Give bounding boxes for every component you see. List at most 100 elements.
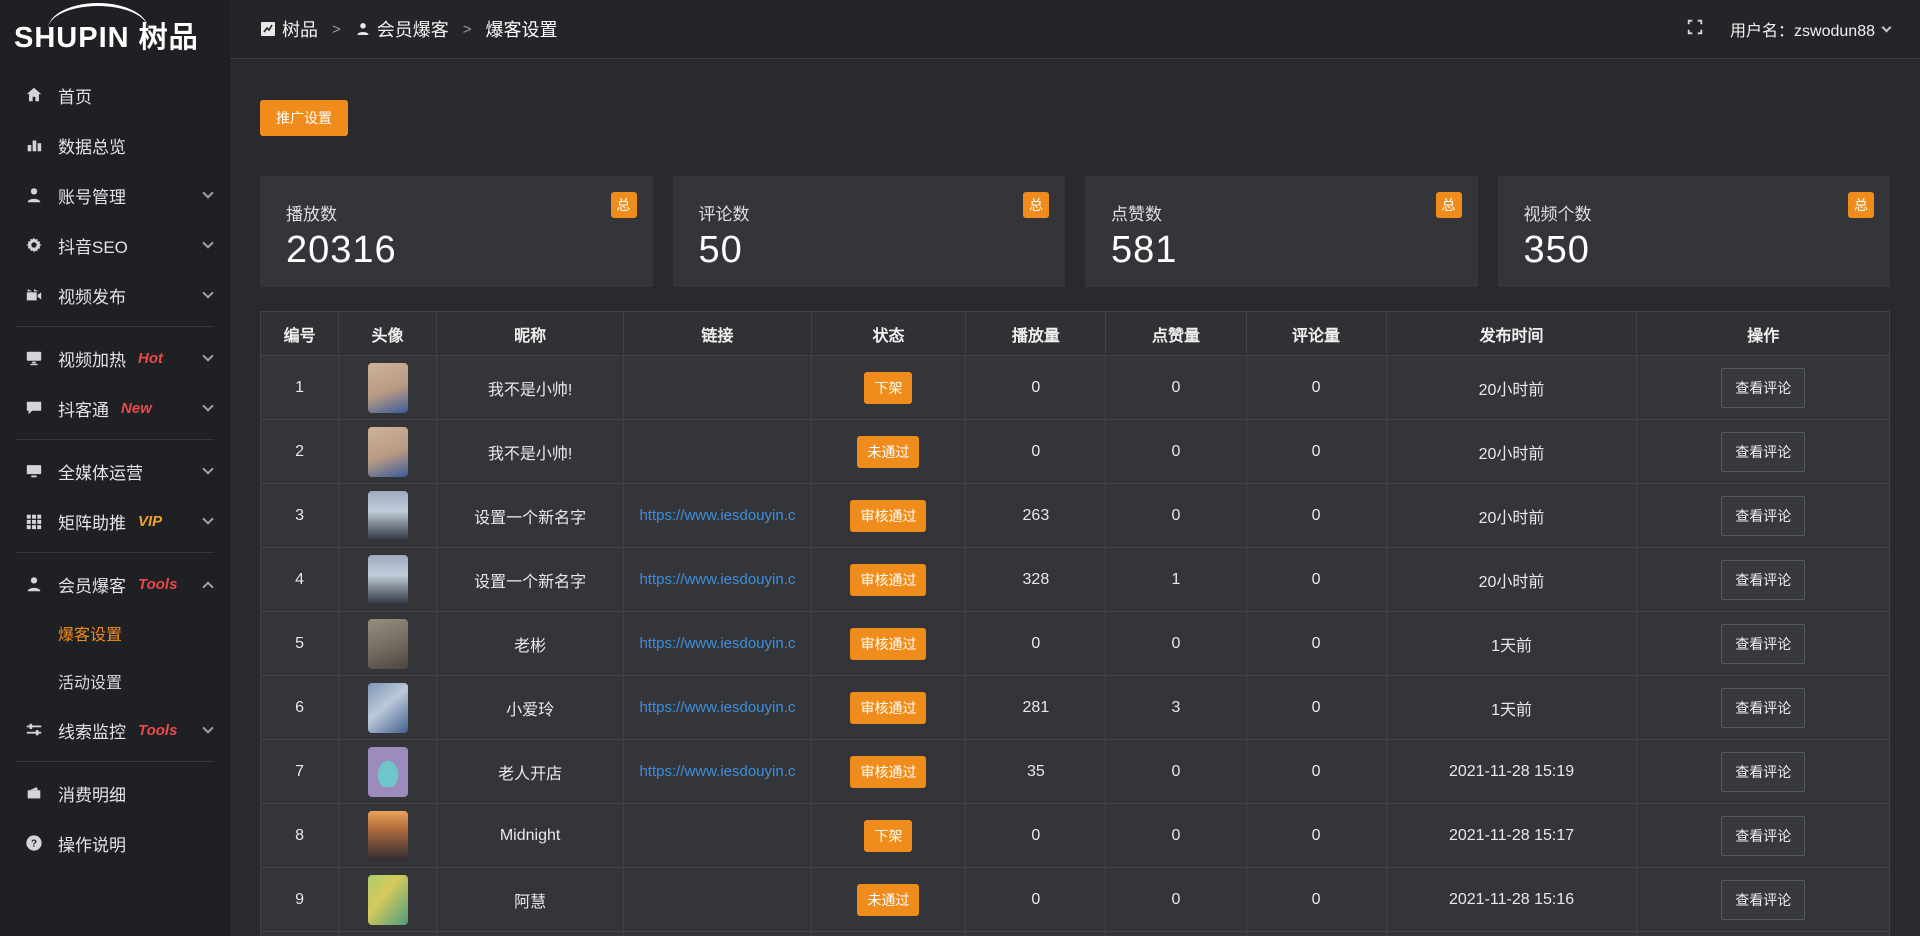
video-link[interactable]: https://www.iesdouyin.c (639, 699, 795, 716)
avatar (368, 555, 408, 605)
main-content: 推广设置 播放数 20316 总 评论数 50 总 点赞数 581 总 视频个数… (230, 59, 1920, 936)
cell-plays: 263 (966, 484, 1106, 548)
cell-plays: 0 (966, 612, 1106, 676)
view-comments-button[interactable]: 查看评论 (1721, 496, 1805, 536)
total-badge: 总 (611, 192, 637, 218)
cell-no: 8 (261, 804, 339, 868)
view-comments-button[interactable]: 查看评论 (1721, 880, 1805, 920)
sidebar-item-label: 数据总览 (58, 133, 126, 158)
sidebar-item-spending-details[interactable]: 消费明细 (0, 768, 230, 818)
sidebar-item-home[interactable]: 首页 (0, 70, 230, 120)
sidebar-item-lead-monitoring[interactable]: 线索监控 Tools (0, 705, 230, 755)
username-label: 用户名：zswodun88 (1730, 17, 1875, 41)
username-menu[interactable]: 用户名：zswodun88 (1730, 17, 1890, 41)
promotion-settings-button[interactable]: 推广设置 (260, 100, 348, 136)
status-badge: 未通过 (857, 436, 919, 468)
video-link[interactable]: https://www.iesdouyin.c (639, 507, 795, 524)
sidebar-item-label: 全媒体运营 (58, 459, 143, 484)
sidebar-item-douketong[interactable]: 抖客通 New (0, 383, 230, 433)
cell-no: 3 (261, 484, 339, 548)
sidebar-subitem-activity-settings[interactable]: 活动设置 (0, 657, 230, 705)
video-link[interactable]: https://www.iesdouyin.c (639, 571, 795, 588)
video-link[interactable]: https://www.iesdouyin.c (639, 763, 795, 780)
col-header-plays: 播放量 (966, 312, 1106, 356)
cell-no: 7 (261, 740, 339, 804)
chevron-down-icon (202, 463, 213, 474)
sidebar-item-label: 会员爆客 (58, 572, 126, 597)
cell-publish-time: 20小时前 (1386, 484, 1637, 548)
cell-likes: 0 (1106, 484, 1246, 548)
col-header-comments: 评论量 (1246, 312, 1386, 356)
cell-no: 9 (261, 868, 339, 932)
view-comments-button[interactable]: 查看评论 (1721, 368, 1805, 408)
col-header-likes: 点赞量 (1106, 312, 1246, 356)
breadcrumb: 树品 > 会员爆客 > 爆客设置 (260, 16, 558, 42)
sidebar-item-label: 消费明细 (58, 781, 126, 806)
topbar: 树品 > 会员爆客 > 爆客设置 用户名：zswodun88 (230, 0, 1920, 59)
cell-no: 4 (261, 548, 339, 612)
sidebar-item-video-publish[interactable]: 视频发布 (0, 270, 230, 320)
cell-publish-time: 20小时前 (1386, 548, 1637, 612)
stat-value: 50 (699, 229, 1040, 272)
fullscreen-icon[interactable] (1686, 18, 1704, 41)
cell-no: 2 (261, 420, 339, 484)
sidebar-item-label: 首页 (58, 83, 92, 108)
sidebar-item-instructions[interactable]: ? 操作说明 (0, 818, 230, 868)
cell-comments: 0 (1246, 804, 1386, 868)
chevron-down-icon (202, 513, 213, 524)
sidebar: SHUPIN 树品 首页 数据总览 账号管理 抖音SEO 视频发布 视 (0, 0, 230, 936)
chevron-down-icon (202, 350, 213, 361)
sidebar-nav: 首页 数据总览 账号管理 抖音SEO 视频发布 视频加热 Hot (0, 70, 230, 868)
table-row: 8 Midnight 下架 0 0 0 2021-11-28 15:17 查看评… (261, 804, 1890, 868)
chat-bubble-icon (24, 398, 44, 418)
view-comments-button[interactable]: 查看评论 (1721, 816, 1805, 856)
sidebar-item-member-baoke[interactable]: 会员爆客 Tools (0, 559, 230, 609)
cell-no: 6 (261, 676, 339, 740)
view-comments-button[interactable]: 查看评论 (1721, 688, 1805, 728)
sidebar-item-douyin-seo[interactable]: 抖音SEO (0, 220, 230, 270)
breadcrumb-item-member[interactable]: 会员爆客 (377, 16, 449, 42)
cell-plays: 0 (966, 804, 1106, 868)
video-link[interactable]: https://www.iesdouyin.c (639, 635, 795, 652)
sidebar-item-label: 账号管理 (58, 183, 126, 208)
status-badge: 未通过 (857, 884, 919, 916)
sidebar-item-data-overview[interactable]: 数据总览 (0, 120, 230, 170)
avatar (368, 427, 408, 477)
grid-icon (24, 511, 44, 531)
view-comments-button[interactable]: 查看评论 (1721, 624, 1805, 664)
cell-nickname: Midnight (436, 804, 623, 868)
view-comments-button[interactable]: 查看评论 (1721, 752, 1805, 792)
chevron-down-icon (202, 187, 213, 198)
total-badge: 总 (1848, 192, 1874, 218)
table-row: 2 我不是小帅! 未通过 0 0 0 20小时前 查看评论 (261, 420, 1890, 484)
cell-no: 5 (261, 612, 339, 676)
avatar (368, 747, 408, 797)
sidebar-subitem-baoke-settings[interactable]: 爆客设置 (0, 609, 230, 657)
cell-publish-time: 1天前 (1386, 676, 1637, 740)
cell-comments: 0 (1246, 676, 1386, 740)
gear-icon (24, 235, 44, 255)
breadcrumb-item-root[interactable]: 树品 (282, 16, 318, 42)
view-comments-button[interactable]: 查看评论 (1721, 432, 1805, 472)
status-badge: 审核通过 (850, 756, 926, 788)
chevron-down-icon (1882, 22, 1892, 32)
status-badge: 下架 (864, 820, 912, 852)
cell-comments: 0 (1246, 612, 1386, 676)
stat-label: 视频个数 (1524, 200, 1865, 225)
cell-likes: 0 (1106, 612, 1246, 676)
cell-publish-time: 2021-11-28 15:16 (1386, 868, 1637, 932)
status-badge: 审核通过 (850, 628, 926, 660)
sidebar-item-omnimedia[interactable]: 全媒体运营 (0, 446, 230, 496)
view-comments-button[interactable]: 查看评论 (1721, 560, 1805, 600)
stat-card-plays: 播放数 20316 总 (260, 176, 653, 287)
new-tag: New (121, 400, 152, 417)
sidebar-item-label: 线索监控 (58, 718, 126, 743)
person-icon (24, 574, 44, 594)
cell-publish-time: 1天前 (1386, 612, 1637, 676)
sidebar-item-video-heating[interactable]: 视频加热 Hot (0, 333, 230, 383)
chevron-up-icon (202, 581, 213, 592)
stat-label: 点赞数 (1111, 200, 1452, 225)
cell-likes: 0 (1106, 740, 1246, 804)
sidebar-item-account-management[interactable]: 账号管理 (0, 170, 230, 220)
sidebar-item-matrix-boost[interactable]: 矩阵助推 VIP (0, 496, 230, 546)
